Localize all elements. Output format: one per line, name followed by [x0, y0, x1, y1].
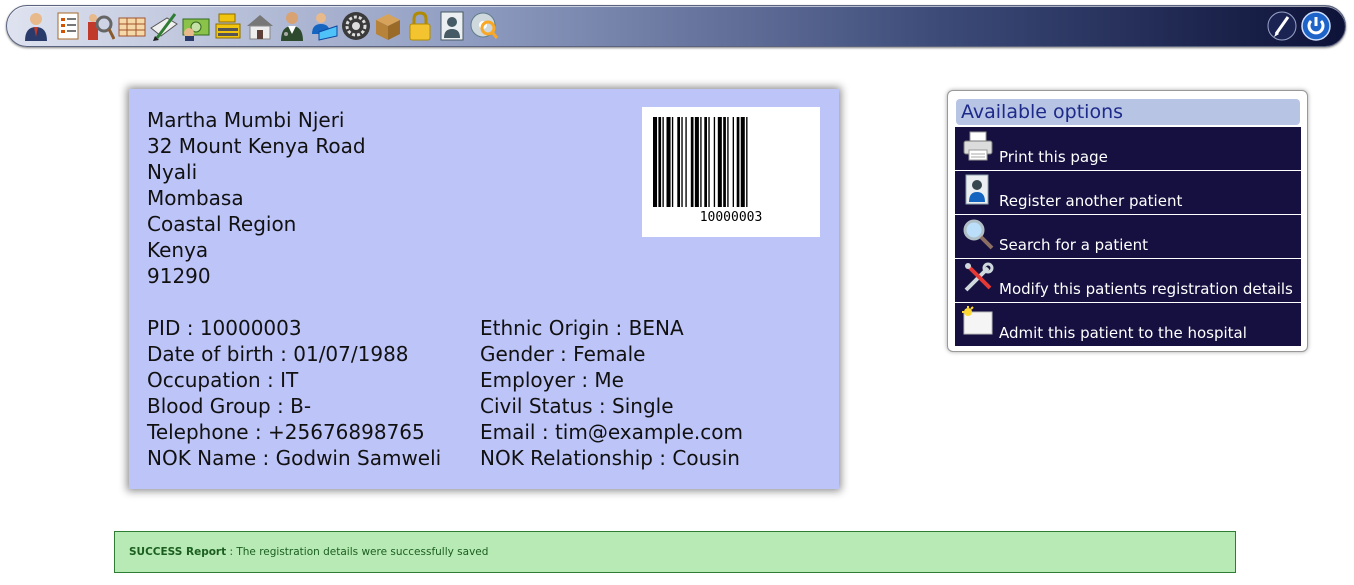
document-list-icon[interactable] [53, 10, 83, 42]
patient-name: Martha Mumbi Njeri [147, 108, 345, 132]
barcode-bar [685, 117, 687, 207]
detail-gender: Gender : Female [480, 342, 646, 366]
detail-email: Email : tim@example.com [480, 420, 743, 444]
address-city: Mombasa [147, 186, 244, 210]
tools-icon [962, 262, 994, 294]
patient-details-right: Ethnic Origin : BENA Gender : Female Emp… [480, 315, 743, 471]
barcode-bar [740, 117, 745, 207]
barcode-bar [708, 117, 710, 207]
barcode-bar [671, 117, 674, 207]
admit-patient-option[interactable]: Admit this patient to the hospital [955, 303, 1301, 346]
person-icon[interactable] [21, 10, 51, 42]
printer-icon [962, 130, 994, 162]
id-card-icon[interactable] [437, 10, 467, 42]
house-icon[interactable] [245, 10, 275, 42]
admit-patient-label: Admit this patient to the hospital [999, 324, 1247, 342]
barcode-bar [653, 117, 658, 207]
barcode-bar [681, 117, 683, 207]
user-laptop-icon[interactable] [309, 10, 339, 42]
register-another-patient-option[interactable]: Register another patient [955, 171, 1301, 214]
edit-pen-icon[interactable] [1267, 10, 1297, 42]
detail-pid: PID : 10000003 [147, 316, 302, 340]
cash-register-icon[interactable] [213, 10, 243, 42]
search-patient-option[interactable]: Search for a patient [955, 215, 1301, 258]
doctor-icon[interactable] [277, 10, 307, 42]
barcode-bar [662, 117, 664, 207]
barcode-bar [700, 117, 702, 207]
address-line-1: 32 Mount Kenya Road [147, 134, 366, 158]
barcode-bar [727, 117, 729, 207]
address-country: Kenya [147, 238, 209, 262]
modify-registration-option[interactable]: Modify this patients registration detail… [955, 259, 1301, 302]
available-options-panel: Available options Print this page Regist… [947, 90, 1308, 352]
patient-details-left: PID : 10000003 Date of birth : 01/07/198… [147, 315, 441, 471]
detail-date-of-birth: Date of birth : 01/07/1988 [147, 342, 409, 366]
search-patient-label: Search for a patient [999, 236, 1149, 254]
barcode-bar [736, 117, 740, 207]
barcode-bar [723, 117, 726, 207]
detail-occupation: Occupation : IT [147, 368, 299, 392]
detail-nok-relationship: NOK Relationship : Cousin [480, 446, 740, 470]
register-patient-icon [962, 174, 994, 206]
patient-barcode: 10000003 [642, 107, 820, 237]
settings-gear-icon[interactable] [341, 10, 371, 42]
detail-employer: Employer : Me [480, 368, 624, 392]
success-text: : The registration details were successf… [226, 546, 489, 558]
address-region: Coastal Region [147, 212, 297, 236]
detail-telephone: Telephone : +25676898765 [147, 420, 425, 444]
barcode-bar [717, 117, 722, 207]
register-another-patient-label: Register another patient [999, 192, 1183, 210]
search-people-icon[interactable] [85, 10, 115, 42]
toolbar-icon-group [21, 10, 499, 42]
admit-sun-icon [962, 306, 994, 338]
main-toolbar [6, 5, 1346, 47]
success-label: SUCCESS Report [129, 546, 227, 558]
barcode-bars [653, 117, 748, 207]
pen-paper-icon[interactable] [149, 10, 179, 42]
patient-address-block: Martha Mumbi Njeri 32 Mount Kenya Road N… [147, 107, 366, 289]
barcode-bar [690, 117, 694, 207]
detail-nok-name: NOK Name : Godwin Samweli [147, 446, 442, 470]
barcode-bar [677, 117, 680, 207]
barcode-number: 10000003 [699, 210, 763, 225]
barcode-bar [713, 117, 716, 207]
barcode-bar [704, 117, 707, 207]
barcode-bar [666, 117, 671, 207]
money-icon[interactable] [181, 10, 211, 42]
success-message: SUCCESS Report : The registration detail… [129, 546, 488, 558]
success-report-banner: SUCCESS Report : The registration detail… [114, 531, 1236, 573]
magnifier-icon [962, 218, 994, 250]
package-box-icon[interactable] [373, 10, 403, 42]
print-page-label: Print this page [999, 148, 1108, 166]
detail-ethnic-origin: Ethnic Origin : BENA [480, 316, 684, 340]
address-postcode: 91290 [147, 264, 211, 288]
barcode-bar [694, 117, 699, 207]
disc-search-icon[interactable] [469, 10, 499, 42]
spreadsheet-icon[interactable] [117, 10, 147, 42]
barcode-bar [732, 117, 734, 207]
print-page-option[interactable]: Print this page [955, 127, 1301, 170]
options-title: Available options [956, 99, 1300, 125]
detail-blood-group: Blood Group : B- [147, 394, 312, 418]
barcode-bar [746, 117, 748, 207]
patient-card: Martha Mumbi Njeri 32 Mount Kenya Road N… [129, 89, 839, 489]
detail-civil-status: Civil Status : Single [480, 394, 674, 418]
padlock-icon[interactable] [405, 10, 435, 42]
barcode-bar [658, 117, 662, 207]
address-line-2: Nyali [147, 160, 198, 184]
toolbar-right-group [1267, 10, 1331, 42]
modify-registration-label: Modify this patients registration detail… [999, 280, 1293, 298]
power-icon[interactable] [1301, 10, 1331, 42]
